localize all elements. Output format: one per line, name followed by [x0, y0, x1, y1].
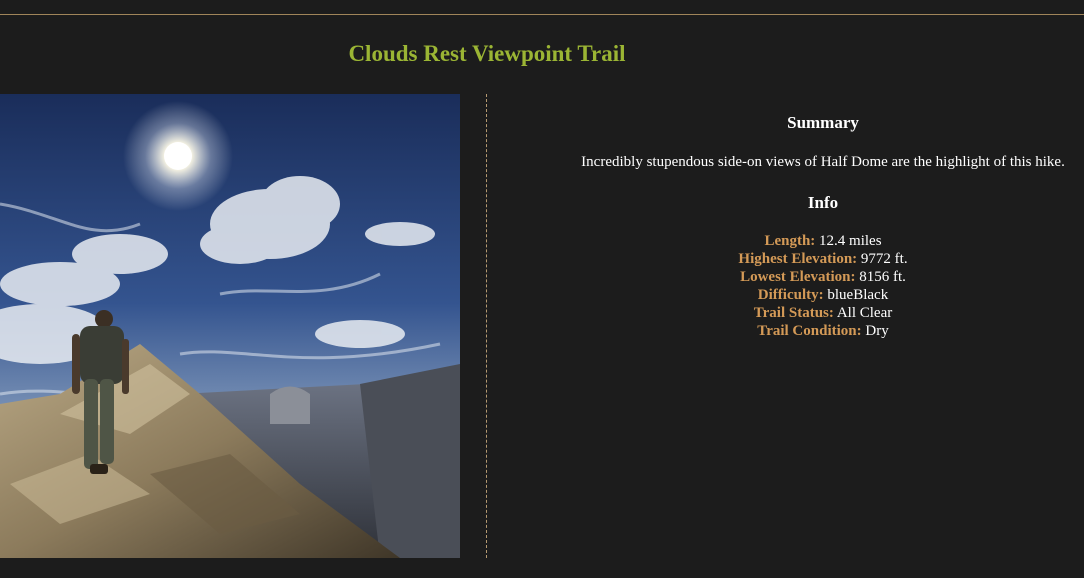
info-label: Trail Status: [753, 305, 834, 321]
info-item-difficulty: Difficulty: blueBlack [562, 286, 1084, 304]
info-item-lowest-elevation: Lowest Elevation: 8156 ft. [562, 268, 1084, 286]
vertical-divider [486, 94, 487, 558]
info-item-trail-condition: Trail Condition: Dry [562, 322, 1084, 340]
info-list: Length: 12.4 miles Highest Elevation: 97… [562, 232, 1084, 340]
trail-details: Summary Incredibly stupendous side-on vi… [562, 112, 1084, 340]
info-item-highest-elevation: Highest Elevation: 9772 ft. [562, 250, 1084, 268]
summary-text: Incredibly stupendous side-on views of H… [581, 154, 1065, 170]
trail-photo [0, 94, 460, 558]
info-item-length: Length: 12.4 miles [562, 232, 1084, 250]
info-value: blueBlack [827, 287, 889, 303]
info-value: 8156 ft. [859, 269, 906, 285]
info-item-trail-status: Trail Status: All Clear [562, 304, 1084, 322]
info-label: Length: [764, 233, 816, 249]
info-heading: Info [807, 193, 839, 212]
info-value: Dry [865, 323, 889, 339]
page-title: Clouds Rest Viewpoint Trail [348, 41, 626, 66]
trail-page: Clouds Rest Viewpoint Trail Summary Incr… [0, 0, 1084, 578]
info-value: 12.4 miles [819, 233, 882, 249]
info-value: All Clear [836, 305, 893, 321]
info-value: 9772 ft. [860, 251, 908, 267]
info-label: Highest Elevation: [738, 251, 858, 267]
info-label: Difficulty: [757, 287, 824, 303]
info-label: Trail Condition: [757, 323, 862, 339]
header-divider [0, 14, 1084, 15]
summary-heading: Summary [787, 113, 859, 132]
info-label: Lowest Elevation: [740, 269, 856, 285]
